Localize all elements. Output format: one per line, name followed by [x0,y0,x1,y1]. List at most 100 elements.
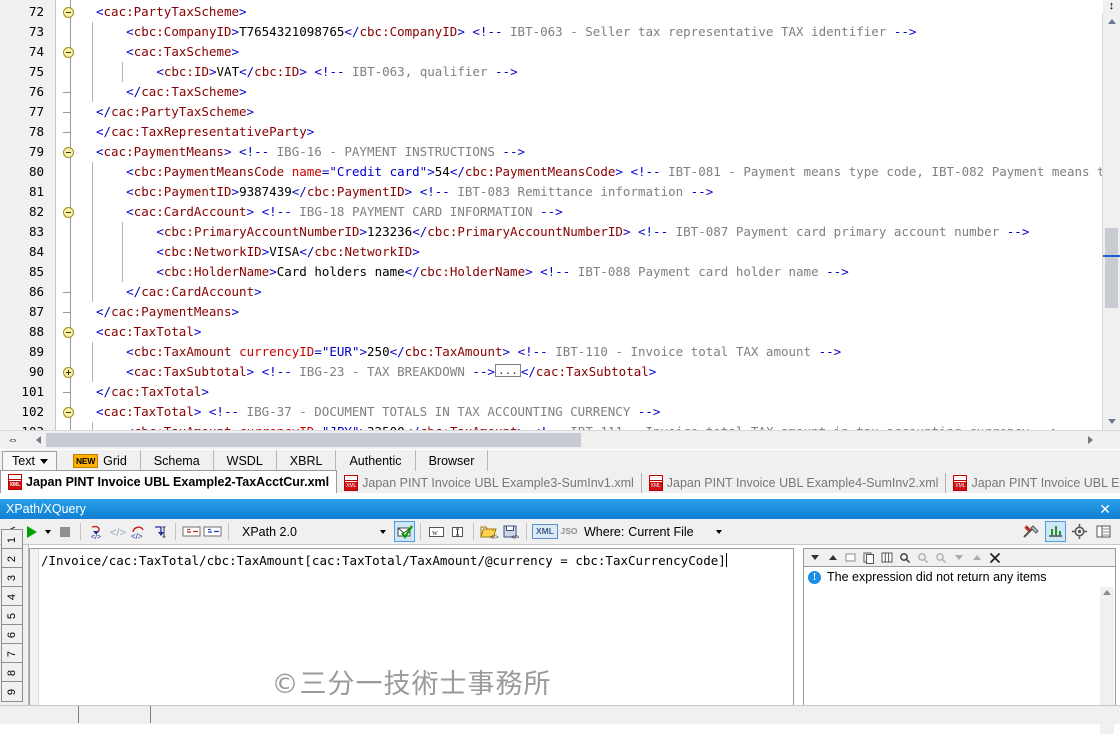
xpath-expression-text[interactable]: /Invoice/cac:TaxTotal/cbc:TaxAmount[cac:… [41,553,727,568]
editor-vertical-scrollbar[interactable] [1102,13,1120,430]
where-select[interactable]: Current File [628,525,722,539]
code-line[interactable]: 101 </cac:TaxTotal> [0,382,1103,402]
xpath-expression-editor[interactable]: /Invoice/cac:TaxTotal/cbc:TaxAmount[cac:… [29,548,794,716]
xpath-window-tab-7[interactable]: 7 [1,643,23,664]
scroll-left-icon[interactable] [28,431,45,449]
collapse-fold-icon[interactable] [63,7,74,18]
scroll-down-icon[interactable] [1103,413,1120,430]
expand-fold-icon[interactable] [63,367,74,378]
tools-icon[interactable] [1021,521,1042,542]
step-into-icon[interactable]: </> [86,521,107,542]
previous-result-icon[interactable] [826,551,839,564]
search-icon[interactable] [898,551,911,564]
gear-icon[interactable] [1069,521,1090,542]
code-line[interactable]: 90 <cac:TaxSubtotal> <!-- IBG-23 - TAX BR… [0,362,1103,382]
xpath-window-tab-6[interactable]: 6 [1,624,23,645]
editor-horizontal-scrollbar[interactable]: ⇔ [0,430,1120,449]
layout-panels-icon[interactable] [1093,521,1114,542]
close-icon[interactable]: ✕ [1096,502,1114,516]
code-line[interactable]: 103 <cbc:TaxAmount currencyID="JPY">32500… [0,422,1103,430]
clear-results-icon[interactable] [844,551,857,564]
xml-mode-button[interactable]: XML [532,521,558,542]
remove-breakpoint-icon[interactable] [202,521,223,542]
code-line[interactable]: 86 </cac:CardAccount> [0,282,1103,302]
view-tab-schema[interactable]: Schema [141,450,214,472]
view-tab-text[interactable]: Text [2,451,57,471]
result-message-row[interactable]: ! The expression did not return any item… [804,567,1115,587]
code-line[interactable]: 87 </cac:PaymentMeans> [0,302,1103,322]
code-line[interactable]: 72 <cac:PartyTaxScheme> [0,2,1103,22]
evaluation-chart-icon[interactable] [1045,521,1066,542]
collapse-all-icon[interactable] [952,551,965,564]
code-line[interactable]: 74 <cac:TaxScheme> [0,42,1103,62]
find-previous-icon[interactable] [916,551,929,564]
xpath-version-select[interactable]: XPath 2.0 [234,521,394,542]
code-line[interactable]: 79 <cac:PaymentMeans> <!-- IBG-16 - PAYME… [0,142,1103,162]
run-to-cursor-icon[interactable] [149,521,170,542]
validate-expression-button[interactable] [394,521,415,542]
code-line[interactable]: 76 </cac:TaxScheme> [0,82,1103,102]
view-tab-browser[interactable]: Browser [416,450,489,472]
evaluate-run-button[interactable] [21,521,42,542]
close-results-icon[interactable] [988,551,1001,564]
expand-all-icon[interactable] [970,551,983,564]
file-tab[interactable]: Japan PINT Invoice UBL Example3-SumInv1.… [337,473,642,493]
xpath-window-tab-9[interactable]: 9 [1,681,23,702]
step-out-icon[interactable]: </> [128,521,149,542]
chevron-down-icon[interactable] [715,529,722,534]
code-line[interactable]: 89 <cbc:TaxAmount currencyID="EUR">250</c… [0,342,1103,362]
editor-split-handle[interactable]: ↕ [1102,0,1120,13]
code-line[interactable]: 85 <cbc:HolderName>Card holders name</cbc… [0,262,1103,282]
run-options-caret-icon[interactable] [42,521,54,542]
show-whitespace-icon[interactable]: w [426,521,447,542]
collapse-fold-icon[interactable] [63,407,74,418]
code-line[interactable]: 80 <cbc:PaymentMeansCode name="Credit car… [0,162,1103,182]
xpath-window-tab-1[interactable]: 1 [1,529,23,550]
code-line[interactable]: 102 <cac:TaxTotal> <!-- IBG-37 - DOCUMENT… [0,402,1103,422]
text-cursor-icon[interactable] [447,521,468,542]
file-tab[interactable]: Japan PINT Invoice UBL Example2-TaxAcctC… [0,470,338,493]
code-line[interactable]: 77 </cac:PartyTaxScheme> [0,102,1103,122]
scroll-up-icon[interactable] [1103,13,1120,30]
chevron-down-icon[interactable] [39,458,48,464]
view-tab-wsdl[interactable]: WSDL [214,450,277,472]
code-line[interactable]: 82 <cac:CardAccount> <!-- IBG-18 PAYMENT … [0,202,1103,222]
view-tab-xbrl[interactable]: XBRL [277,450,337,472]
code-line[interactable]: 84 <cbc:NetworkID>VISA</cbc:NetworkID> [0,242,1103,262]
xpath-window-tab-3[interactable]: 3 [1,567,23,588]
file-tab[interactable]: Japan PINT Invoice UBL Example4-SumInv2.… [642,473,947,493]
collapsed-content-marker[interactable]: ... [494,364,521,377]
xpath-window-tab-4[interactable]: 4 [1,586,23,607]
json-mode-button[interactable]: JSO [558,521,580,542]
columns-icon[interactable] [880,551,893,564]
xpath-window-tab-5[interactable]: 5 [1,605,23,626]
file-tab[interactable]: Japan PINT Invoice UBL Example5-Allo [946,473,1120,493]
xpath-window-tab-8[interactable]: 8 [1,662,23,683]
collapse-fold-icon[interactable] [63,207,74,218]
scroll-right-icon[interactable] [1084,431,1101,449]
save-xquery-file-icon[interactable]: </> [500,521,521,542]
collapse-fold-icon[interactable] [63,147,74,158]
code-line[interactable]: 83 <cbc:PrimaryAccountNumberID>123236</cb… [0,222,1103,242]
view-tab-authentic[interactable]: Authentic [336,450,416,472]
code-line[interactable]: 88 <cac:TaxTotal> [0,322,1103,342]
step-over-icon[interactable]: </> [107,521,128,542]
horizontal-split-icon[interactable]: ⇔ [0,431,26,449]
next-result-icon[interactable] [808,551,821,564]
open-xquery-file-icon[interactable]: </> [479,521,500,542]
hscrollbar-thumb[interactable] [46,433,581,447]
code-line[interactable]: 73 <cbc:CompanyID>T7654321098765</cbc:Com… [0,22,1103,42]
code-area[interactable]: 72 <cac:PartyTaxScheme> 73 <cbc:CompanyID>T… [0,0,1103,430]
stop-button[interactable] [54,521,75,542]
code-line[interactable]: 75 <cbc:ID>VAT</cbc:ID> <!-- IBT-063, qua… [0,62,1103,82]
collapse-fold-icon[interactable] [63,47,74,58]
view-tab-grid[interactable]: NEW Grid [60,450,141,472]
scrollbar-thumb[interactable] [1105,228,1118,308]
collapse-fold-icon[interactable] [63,327,74,338]
add-breakpoint-icon[interactable] [181,521,202,542]
code-line[interactable]: 81 <cbc:PaymentID>9387439</cbc:PaymentID>… [0,182,1103,202]
xpath-window-tab-2[interactable]: 2 [1,548,23,569]
code-line[interactable]: 78 </cac:TaxRepresentativeParty> [0,122,1103,142]
find-next-icon[interactable] [934,551,947,564]
chevron-down-icon[interactable] [380,529,386,534]
